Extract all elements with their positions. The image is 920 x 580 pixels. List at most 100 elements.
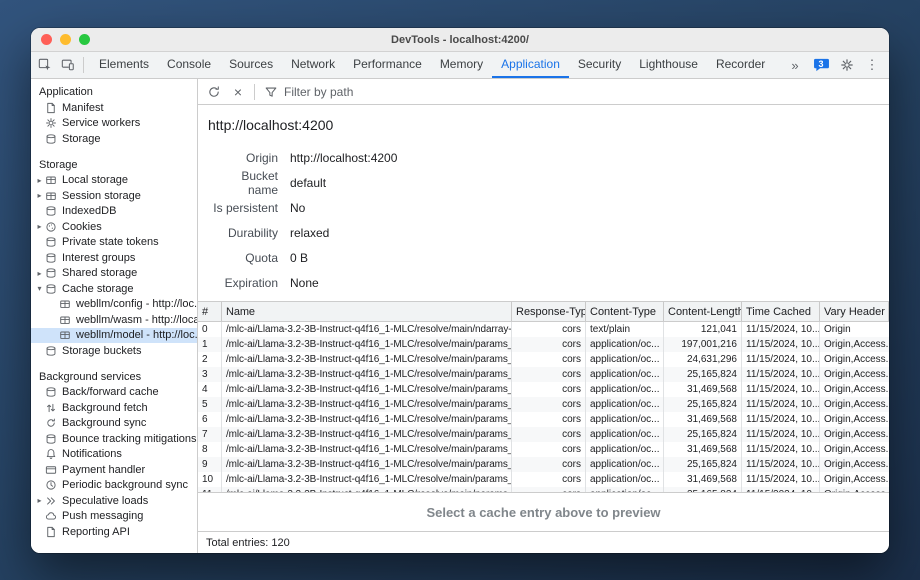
sidebar-item-storage[interactable]: Storage bbox=[31, 131, 197, 147]
cell-num: 10 bbox=[198, 472, 222, 487]
cell-name: /mlc-ai/Llama-3.2-3B-Instruct-q4f16_1-ML… bbox=[222, 427, 512, 442]
sidebar-item-bounce-tracking-mitigations[interactable]: Bounce tracking mitigations bbox=[31, 431, 197, 447]
settings-gear-icon[interactable] bbox=[836, 54, 858, 76]
tab-lighthouse[interactable]: Lighthouse bbox=[630, 52, 707, 78]
sidebar-item-cache-storage[interactable]: Cache storage bbox=[31, 281, 197, 297]
sidebar-item-label: Reporting API bbox=[62, 526, 130, 538]
sidebar-item-indexeddb[interactable]: IndexedDB bbox=[31, 204, 197, 220]
database-icon bbox=[45, 205, 57, 217]
cell-time-cached: 11/15/2024, 10... bbox=[742, 427, 820, 442]
cell-response-type: cors bbox=[512, 412, 586, 427]
sidebar-item-storage-buckets[interactable]: Storage buckets bbox=[31, 343, 197, 359]
kebab-menu-icon[interactable]: ⋮ bbox=[861, 54, 883, 76]
tab-console[interactable]: Console bbox=[158, 52, 220, 78]
cell-content-type: application/oc... bbox=[586, 457, 664, 472]
table-row[interactable]: 6/mlc-ai/Llama-3.2-3B-Instruct-q4f16_1-M… bbox=[198, 412, 889, 427]
col-num[interactable]: # bbox=[198, 302, 222, 321]
sidebar-item-notifications[interactable]: Notifications bbox=[31, 447, 197, 463]
more-tabs-icon[interactable]: » bbox=[784, 54, 806, 76]
section-header-storage: Storage bbox=[31, 157, 197, 173]
tab-application[interactable]: Application bbox=[492, 52, 569, 78]
tab-recorder[interactable]: Recorder bbox=[707, 52, 774, 78]
device-toolbar-icon[interactable] bbox=[57, 54, 79, 76]
sidebar-item-webllm-config[interactable]: webllm/config - http://loc... bbox=[31, 297, 197, 313]
tab-elements[interactable]: Elements bbox=[90, 52, 158, 78]
sidebar-item-push-messaging[interactable]: Push messaging bbox=[31, 509, 197, 525]
chevron-right-icon[interactable] bbox=[34, 269, 45, 278]
tab-network[interactable]: Network bbox=[282, 52, 344, 78]
sidebar-item-service-workers[interactable]: Service workers bbox=[31, 116, 197, 132]
cache-entries-table: # Name Response-Type Content-Type Conten… bbox=[198, 301, 889, 492]
table-row[interactable]: 3/mlc-ai/Llama-3.2-3B-Instruct-q4f16_1-M… bbox=[198, 367, 889, 382]
table-row[interactable]: 7/mlc-ai/Llama-3.2-3B-Instruct-q4f16_1-M… bbox=[198, 427, 889, 442]
table-row[interactable]: 9/mlc-ai/Llama-3.2-3B-Instruct-q4f16_1-M… bbox=[198, 457, 889, 472]
minimize-button[interactable] bbox=[60, 34, 71, 45]
tab-memory[interactable]: Memory bbox=[431, 52, 492, 78]
chevron-right-icon[interactable] bbox=[34, 222, 45, 231]
sidebar-item-local-storage[interactable]: Local storage bbox=[31, 173, 197, 189]
close-button[interactable] bbox=[41, 34, 52, 45]
sidebar-item-speculative-loads[interactable]: Speculative loads bbox=[31, 493, 197, 509]
table-row[interactable]: 2/mlc-ai/Llama-3.2-3B-Instruct-q4f16_1-M… bbox=[198, 352, 889, 367]
sidebar-item-label: Private state tokens bbox=[62, 236, 159, 248]
zoom-button[interactable] bbox=[79, 34, 90, 45]
cell-response-type: cors bbox=[512, 322, 586, 337]
cell-content-type: application/oc... bbox=[586, 397, 664, 412]
sidebar-item-back-forward-cache[interactable]: Back/forward cache bbox=[31, 385, 197, 401]
col-time-cached[interactable]: Time Cached bbox=[742, 302, 820, 321]
sidebar-item-label: Interest groups bbox=[62, 252, 135, 264]
chevron-right-icon[interactable] bbox=[34, 176, 45, 185]
sidebar-item-webllm-wasm[interactable]: webllm/wasm - http://loca... bbox=[31, 312, 197, 328]
sidebar-item-payment-handler[interactable]: Payment handler bbox=[31, 462, 197, 478]
sidebar-item-periodic-background-sync[interactable]: Periodic background sync bbox=[31, 478, 197, 494]
table-row[interactable]: 0/mlc-ai/Llama-3.2-3B-Instruct-q4f16_1-M… bbox=[198, 322, 889, 337]
table-row[interactable]: 8/mlc-ai/Llama-3.2-3B-Instruct-q4f16_1-M… bbox=[198, 442, 889, 457]
section-header-application: Application bbox=[31, 84, 197, 100]
col-content-type[interactable]: Content-Type bbox=[586, 302, 664, 321]
sidebar-item-interest-groups[interactable]: Interest groups bbox=[31, 250, 197, 266]
cell-num: 2 bbox=[198, 352, 222, 367]
tab-performance[interactable]: Performance bbox=[344, 52, 431, 78]
sidebar-item-shared-storage[interactable]: Shared storage bbox=[31, 266, 197, 282]
table-row[interactable]: 10/mlc-ai/Llama-3.2-3B-Instruct-q4f16_1-… bbox=[198, 472, 889, 487]
chevron-down-icon[interactable] bbox=[34, 284, 45, 293]
cell-vary: Origin,Access... bbox=[820, 472, 889, 487]
sidebar-item-background-fetch[interactable]: Background fetch bbox=[31, 400, 197, 416]
tab-sources[interactable]: Sources bbox=[220, 52, 282, 78]
col-name[interactable]: Name bbox=[222, 302, 512, 321]
filter-input[interactable] bbox=[284, 85, 434, 99]
cell-content-type: text/plain bbox=[586, 322, 664, 337]
sidebar-item-cookies[interactable]: Cookies bbox=[31, 219, 197, 235]
chevron-right-icon[interactable] bbox=[34, 496, 45, 505]
sidebar-item-label: Shared storage bbox=[62, 267, 137, 279]
sidebar-item-private-state-tokens[interactable]: Private state tokens bbox=[31, 235, 197, 251]
cell-time-cached: 11/15/2024, 10... bbox=[742, 382, 820, 397]
col-content-length[interactable]: Content-Length bbox=[664, 302, 742, 321]
meta-label: Durability bbox=[208, 226, 278, 240]
sidebar-item-webllm-model[interactable]: webllm/model - http://loc... bbox=[31, 328, 197, 344]
col-response-type[interactable]: Response-Type bbox=[512, 302, 586, 321]
sidebar-item-session-storage[interactable]: Session storage bbox=[31, 188, 197, 204]
inspect-element-icon[interactable] bbox=[34, 54, 56, 76]
messages-button[interactable]: 3 bbox=[809, 54, 833, 76]
sidebar-item-background-sync[interactable]: Background sync bbox=[31, 416, 197, 432]
cell-vary: Origin,Access... bbox=[820, 397, 889, 412]
cell-name: /mlc-ai/Llama-3.2-3B-Instruct-q4f16_1-ML… bbox=[222, 442, 512, 457]
col-vary-header[interactable]: Vary Header bbox=[820, 302, 889, 321]
cell-content-type: application/oc... bbox=[586, 442, 664, 457]
table-row[interactable]: 4/mlc-ai/Llama-3.2-3B-Instruct-q4f16_1-M… bbox=[198, 382, 889, 397]
sidebar-item-reporting-api[interactable]: Reporting API bbox=[31, 524, 197, 540]
table-header-row: # Name Response-Type Content-Type Conten… bbox=[198, 302, 889, 322]
cell-content-length: 31,469,568 bbox=[664, 382, 742, 397]
delete-selected-icon[interactable]: × bbox=[227, 81, 249, 103]
database-icon bbox=[45, 236, 57, 248]
cell-time-cached: 11/15/2024, 10... bbox=[742, 322, 820, 337]
chevron-right-icon[interactable] bbox=[34, 191, 45, 200]
sidebar-item-manifest[interactable]: Manifest bbox=[31, 100, 197, 116]
refresh-icon[interactable] bbox=[203, 81, 225, 103]
table-icon bbox=[59, 298, 71, 310]
table-row[interactable]: 1/mlc-ai/Llama-3.2-3B-Instruct-q4f16_1-M… bbox=[198, 337, 889, 352]
table-row[interactable]: 5/mlc-ai/Llama-3.2-3B-Instruct-q4f16_1-M… bbox=[198, 397, 889, 412]
tab-security[interactable]: Security bbox=[569, 52, 630, 78]
cell-name: /mlc-ai/Llama-3.2-3B-Instruct-q4f16_1-ML… bbox=[222, 382, 512, 397]
